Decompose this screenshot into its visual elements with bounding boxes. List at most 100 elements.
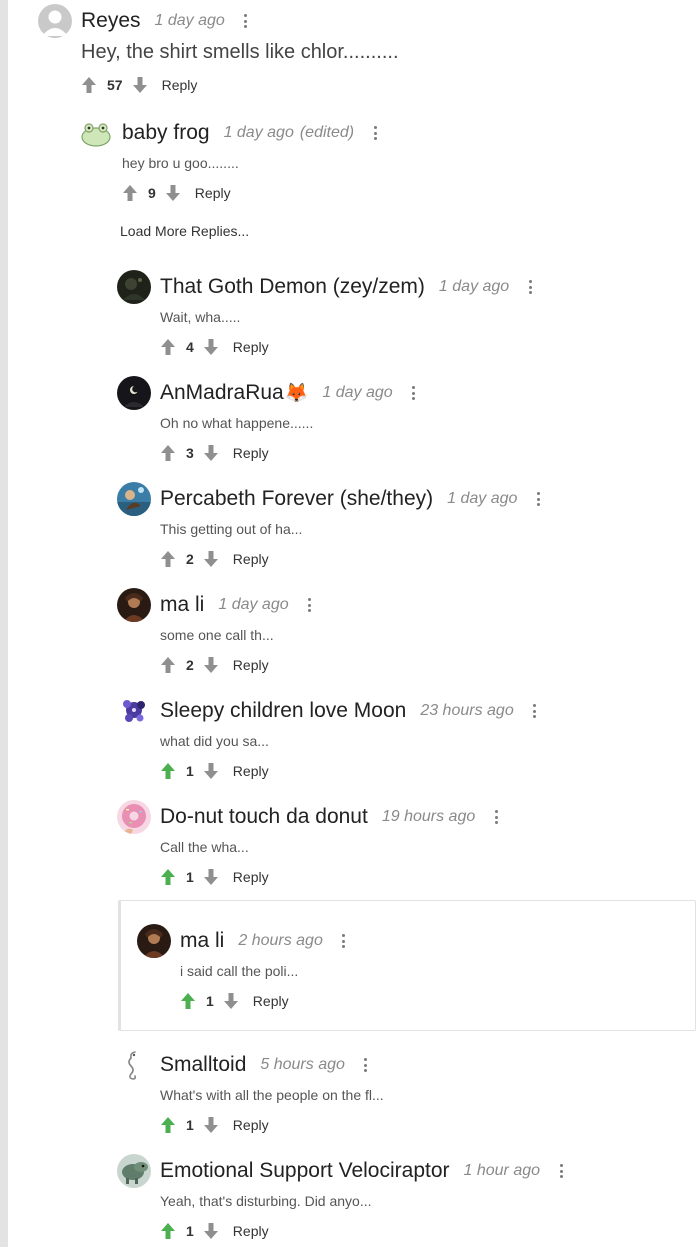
reply-button[interactable]: Reply [162,77,198,93]
vote-count: 2 [186,551,194,567]
comment-timestamp: 1 day ago [154,12,225,29]
reply-button[interactable]: Reply [253,993,289,1009]
avatar[interactable] [38,4,72,38]
comment-text: Oh no what happene...... [160,415,314,431]
more-options-icon[interactable] [530,702,540,720]
comment-text: Wait, wha..... [160,309,241,325]
edited-label: (edited) [299,124,355,141]
avatar[interactable] [117,270,151,304]
comment-actions: 57 Reply [81,74,197,96]
comment-timestamp: 1 day ago [218,596,289,613]
upvote-arrow-icon[interactable] [160,444,176,462]
comment-text: This getting out of ha... [160,521,303,537]
vote-count: 1 [186,763,194,779]
avatar[interactable] [117,1048,151,1082]
comment-actions: 3 Reply [160,442,269,464]
comment-text: hey bro u goo........ [122,155,239,171]
comment-actions: 1 Reply [160,760,269,782]
vote-count: 4 [186,339,194,355]
thread-indent-rule [0,0,8,1247]
comment-actions: 1 Reply [160,1220,269,1242]
comment-author[interactable]: That Goth Demon (zey/zem) [160,275,425,299]
comment-actions: 1 Reply [160,866,269,888]
avatar[interactable] [117,588,151,622]
upvote-arrow-icon[interactable] [160,868,176,886]
comment-timestamp: 23 hours ago [420,702,514,719]
comment-timestamp: 1 day ago [322,384,393,401]
avatar[interactable] [79,116,113,150]
upvote-arrow-icon[interactable] [160,550,176,568]
avatar[interactable] [137,924,171,958]
comment-actions: 9 Reply [122,182,231,204]
more-options-icon[interactable] [370,124,380,142]
downvote-arrow-icon[interactable] [203,1222,219,1240]
downvote-arrow-icon[interactable] [203,656,219,674]
more-options-icon[interactable] [556,1162,566,1180]
avatar[interactable] [117,694,151,728]
downvote-arrow-icon[interactable] [165,184,181,202]
comment-author[interactable]: Sleepy children love Moon [160,699,406,723]
more-options-icon[interactable] [361,1056,371,1074]
reply-button[interactable]: Reply [233,445,269,461]
vote-count: 1 [186,869,194,885]
comment-text: Yeah, that's disturbing. Did anyo... [160,1193,372,1209]
comment-author[interactable]: Smalltoid [160,1053,246,1077]
comment-author[interactable]: Reyes [81,9,141,33]
vote-count: 1 [206,993,214,1009]
reply-button[interactable]: Reply [233,869,269,885]
reply-button[interactable]: Reply [233,657,269,673]
more-options-icon[interactable] [305,596,315,614]
comment-timestamp: 1 day ago [438,278,510,295]
upvote-arrow-icon[interactable] [160,1116,176,1134]
load-more-replies-link[interactable]: Load More Replies... [120,223,249,239]
comment-actions: 4 Reply [160,336,269,358]
downvote-arrow-icon[interactable] [203,444,219,462]
comment-timestamp: 19 hours ago [381,808,476,825]
comment-timestamp: 5 hours ago [260,1056,345,1073]
comment-text: What's with all the people on the fl... [160,1087,384,1103]
avatar[interactable] [117,482,151,516]
comment-author[interactable]: Do-nut touch da donut [160,805,368,829]
comment-text: Call the wha... [160,839,249,855]
upvote-arrow-icon[interactable] [81,76,97,94]
vote-count: 1 [186,1223,194,1239]
comment-author[interactable]: AnMadraRua [160,381,284,405]
more-options-icon[interactable] [491,808,501,826]
reply-button[interactable]: Reply [195,185,231,201]
reply-button[interactable]: Reply [233,551,269,567]
comment-author[interactable]: ma li [180,929,224,953]
vote-count: 9 [148,185,156,201]
upvote-arrow-icon[interactable] [160,656,176,674]
downvote-arrow-icon[interactable] [203,868,219,886]
downvote-arrow-icon[interactable] [223,992,239,1010]
reply-button[interactable]: Reply [233,763,269,779]
comment-author[interactable]: Emotional Support Velociraptor [160,1159,450,1183]
more-options-icon[interactable] [533,490,543,508]
avatar[interactable] [117,1154,151,1188]
more-options-icon[interactable] [339,932,349,950]
more-options-icon[interactable] [525,278,535,296]
reply-button[interactable]: Reply [233,339,269,355]
comment-timestamp: 1 day ago [223,124,294,141]
comment-author[interactable]: baby frog [122,121,210,145]
reply-button[interactable]: Reply [233,1223,269,1239]
downvote-arrow-icon[interactable] [203,1116,219,1134]
comment-text: Hey, the shirt smells like chlor........… [81,41,399,63]
upvote-arrow-icon[interactable] [180,992,196,1010]
upvote-arrow-icon[interactable] [122,184,138,202]
downvote-arrow-icon[interactable] [203,338,219,356]
avatar[interactable] [117,800,151,834]
upvote-arrow-icon[interactable] [160,762,176,780]
upvote-arrow-icon[interactable] [160,338,176,356]
more-options-icon[interactable] [409,384,419,402]
more-options-icon[interactable] [241,12,251,30]
reply-button[interactable]: Reply [233,1117,269,1133]
comment-author[interactable]: ma li [160,593,204,617]
downvote-arrow-icon[interactable] [203,762,219,780]
downvote-arrow-icon[interactable] [203,550,219,568]
downvote-arrow-icon[interactable] [132,76,148,94]
avatar[interactable] [117,376,151,410]
comment-author[interactable]: Percabeth Forever (she/they) [160,487,433,511]
upvote-arrow-icon[interactable] [160,1222,176,1240]
comment-actions: 1 Reply [180,990,289,1012]
